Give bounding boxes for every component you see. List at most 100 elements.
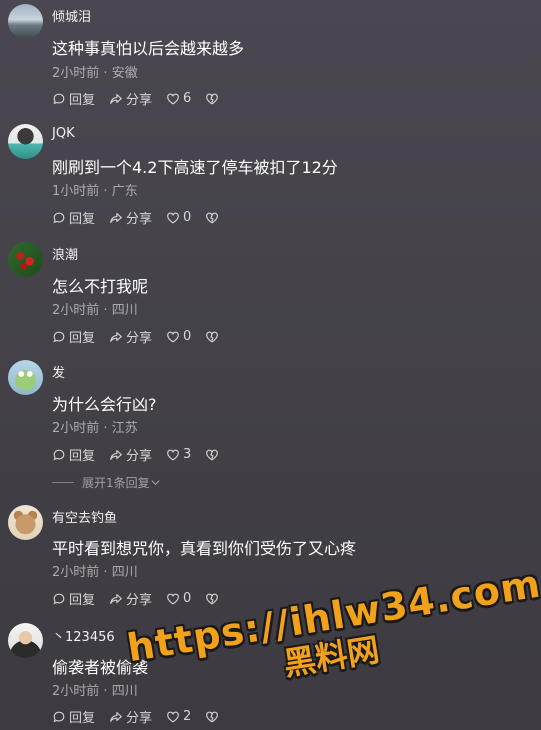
dislike-button[interactable] xyxy=(205,448,222,462)
expand-replies-button[interactable]: 展开1条回复 xyxy=(52,474,161,491)
broken-heart-icon xyxy=(206,212,219,223)
comment-username[interactable]: JQK xyxy=(52,126,75,141)
expand-divider xyxy=(52,482,74,483)
broken-heart-icon xyxy=(206,93,219,104)
dislike-button[interactable] xyxy=(205,92,222,106)
comment-time: 2小时前 xyxy=(52,684,100,699)
comment-username[interactable]: 浪潮 xyxy=(52,244,78,263)
meta-separator: · xyxy=(103,565,108,580)
comment-meta: 2小时前 · 江苏 xyxy=(52,417,138,436)
comment-time: 2小时前 xyxy=(52,303,100,318)
share-icon xyxy=(110,449,122,460)
share-label: 分享 xyxy=(126,711,153,726)
comment-username[interactable]: 丶123456 xyxy=(52,626,115,645)
user-avatar[interactable] xyxy=(8,623,43,658)
dislike-button[interactable] xyxy=(205,710,222,724)
share-button[interactable]: 分享 xyxy=(109,445,152,464)
like-count: 3 xyxy=(183,447,192,462)
comment-location: 四川 xyxy=(111,565,138,580)
meta-separator: · xyxy=(103,684,108,699)
like-button[interactable]: 0 xyxy=(166,210,191,225)
user-avatar[interactable] xyxy=(8,360,43,395)
comment-time: 2小时前 xyxy=(52,66,100,81)
reply-button[interactable]: 回复 xyxy=(52,89,95,108)
comment-time: 2小时前 xyxy=(52,565,100,580)
broken-heart-icon xyxy=(206,711,219,722)
like-button[interactable]: 2 xyxy=(166,709,191,724)
share-icon xyxy=(110,93,122,104)
reply-button[interactable]: 回复 xyxy=(52,589,95,608)
reply-button[interactable]: 回复 xyxy=(52,707,95,726)
reply-label: 回复 xyxy=(69,331,96,346)
dislike-button[interactable] xyxy=(205,330,222,344)
comment-meta: 1小时前 · 广东 xyxy=(52,180,138,199)
reply-button[interactable]: 回复 xyxy=(52,208,95,227)
share-button[interactable]: 分享 xyxy=(109,89,152,108)
comment-username[interactable]: 倾城泪 xyxy=(52,6,91,25)
reply-icon xyxy=(53,93,65,104)
comment-text: 怎么不打我呢 xyxy=(52,277,149,296)
like-count: 0 xyxy=(183,329,192,344)
user-avatar[interactable] xyxy=(8,124,43,159)
comment-actions: 回复 分享 2 xyxy=(52,707,236,726)
reply-label: 回复 xyxy=(69,593,96,608)
comment-actions: 回复 分享 0 xyxy=(52,208,236,227)
heart-icon xyxy=(167,449,179,460)
comment-text: 这种事真怕以后会越来越多 xyxy=(52,39,245,58)
like-button[interactable]: 0 xyxy=(166,329,191,344)
heart-icon xyxy=(167,593,179,604)
meta-separator: · xyxy=(103,184,108,199)
broken-heart-icon xyxy=(206,331,219,342)
user-avatar[interactable] xyxy=(8,4,43,39)
share-button[interactable]: 分享 xyxy=(109,208,152,227)
watermark-name: 黑料网 xyxy=(281,630,382,684)
dislike-button[interactable] xyxy=(205,211,222,225)
reply-icon xyxy=(53,449,65,460)
share-button[interactable]: 分享 xyxy=(109,327,152,346)
share-label: 分享 xyxy=(126,593,153,608)
comment-username[interactable]: 发 xyxy=(52,362,65,381)
broken-heart-icon xyxy=(206,449,219,460)
heart-icon xyxy=(167,93,179,104)
share-icon xyxy=(110,212,122,223)
like-button[interactable]: 0 xyxy=(166,591,191,606)
like-button[interactable]: 3 xyxy=(166,447,191,462)
share-label: 分享 xyxy=(126,331,153,346)
reply-icon xyxy=(53,593,65,604)
dislike-button[interactable] xyxy=(205,592,222,606)
meta-separator: · xyxy=(103,66,108,81)
reply-icon xyxy=(53,711,65,722)
reply-icon xyxy=(53,331,65,342)
heart-icon xyxy=(167,212,179,223)
heart-icon xyxy=(167,711,179,722)
reply-button[interactable]: 回复 xyxy=(52,327,95,346)
reply-button[interactable]: 回复 xyxy=(52,445,95,464)
user-avatar[interactable] xyxy=(8,242,43,277)
expand-replies-label: 展开1条回复 xyxy=(82,476,150,490)
comment-location: 江苏 xyxy=(111,421,138,436)
comment-actions: 回复 分享 0 xyxy=(52,589,236,608)
meta-separator: · xyxy=(103,421,108,436)
share-icon xyxy=(110,711,122,722)
like-count: 0 xyxy=(183,210,192,225)
like-button[interactable]: 6 xyxy=(166,91,191,106)
comment-location: 广东 xyxy=(111,184,138,199)
comment-username[interactable]: 有空去钓鱼 xyxy=(52,507,117,526)
reply-label: 回复 xyxy=(69,212,96,227)
comment-time: 2小时前 xyxy=(52,421,100,436)
comment-meta: 2小时前 · 四川 xyxy=(52,680,138,699)
watermark: https://ihlw34.com 黑料网 xyxy=(124,561,541,706)
share-button[interactable]: 分享 xyxy=(109,589,152,608)
heart-icon xyxy=(167,331,179,342)
user-avatar[interactable] xyxy=(8,505,43,540)
like-count: 6 xyxy=(183,91,192,106)
reply-label: 回复 xyxy=(69,93,96,108)
chevron-down-icon xyxy=(151,480,160,486)
share-button[interactable]: 分享 xyxy=(109,707,152,726)
reply-label: 回复 xyxy=(69,449,96,464)
meta-separator: · xyxy=(103,303,108,318)
reply-label: 回复 xyxy=(69,711,96,726)
comment-meta: 2小时前 · 四川 xyxy=(52,299,138,318)
comment-text: 偷袭者被偷袭 xyxy=(52,658,149,677)
like-count: 2 xyxy=(183,709,192,724)
